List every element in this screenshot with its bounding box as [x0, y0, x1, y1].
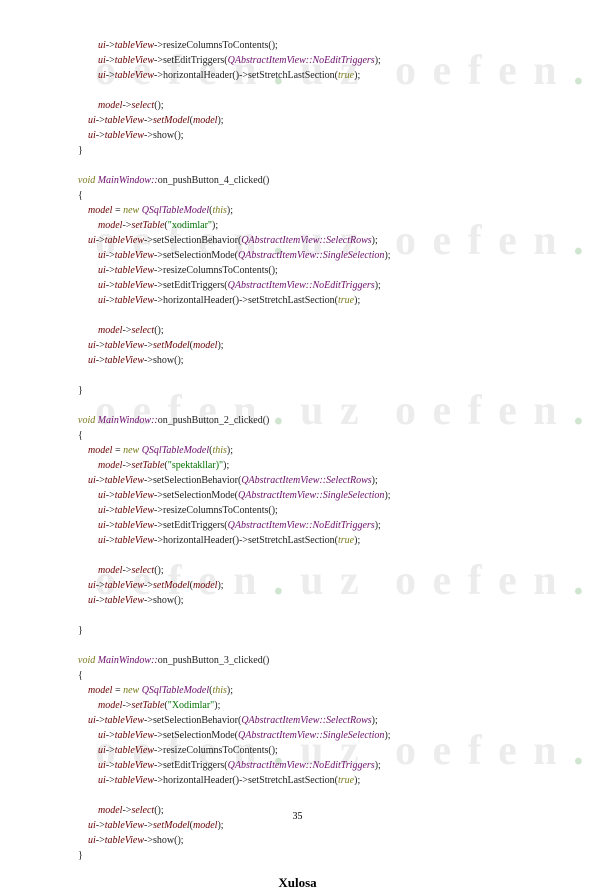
code-line: model->setTable("xodimlar"); [78, 218, 548, 233]
code-line [78, 608, 548, 623]
code-line: ui->tableView->resizeColumnsToContents()… [78, 503, 548, 518]
code-line: } [78, 848, 548, 863]
code-line [78, 398, 548, 413]
code-line: } [78, 143, 548, 158]
code-line: ui->tableView->setSelectionMode(QAbstrac… [78, 248, 548, 263]
code-line: ui->tableView->setSelectionBehavior(QAbs… [78, 233, 548, 248]
code-line: model->select(); [78, 323, 548, 338]
code-line: ui->tableView->horizontalHeader()->setSt… [78, 68, 548, 83]
code-line [78, 308, 548, 323]
code-line: model = new QSqlTableModel(this); [78, 203, 548, 218]
code-line: ui->tableView->setSelectionMode(QAbstrac… [78, 488, 548, 503]
code-line: void MainWindow::on_pushButton_3_clicked… [78, 653, 548, 668]
code-line: ui->tableView->show(); [78, 833, 548, 848]
code-line [78, 368, 548, 383]
code-line [78, 548, 548, 563]
code-line: ui->tableView->setSelectionBehavior(QAbs… [78, 473, 548, 488]
code-line: ui->tableView->resizeColumnsToContents()… [78, 743, 548, 758]
code-line: ui->tableView->setModel(model); [78, 578, 548, 593]
code-line: ui->tableView->setSelectionMode(QAbstrac… [78, 728, 548, 743]
code-line [78, 638, 548, 653]
section-heading: Xulosa [0, 873, 595, 893]
code-line: ui->tableView->show(); [78, 128, 548, 143]
code-line: void MainWindow::on_pushButton_4_clicked… [78, 173, 548, 188]
code-line: ui->tableView->horizontalHeader()->setSt… [78, 773, 548, 788]
code-line [78, 158, 548, 173]
code-line: } [78, 383, 548, 398]
code-line: ui->tableView->resizeColumnsToContents()… [78, 38, 548, 53]
code-line: model->select(); [78, 563, 548, 578]
code-line: { [78, 668, 548, 683]
code-line: ui->tableView->horizontalHeader()->setSt… [78, 293, 548, 308]
code-line: ui->tableView->setEditTriggers(QAbstract… [78, 53, 548, 68]
code-line: { [78, 188, 548, 203]
code-line: model = new QSqlTableModel(this); [78, 443, 548, 458]
code-line: } [78, 623, 548, 638]
code-block: ui->tableView->resizeColumnsToContents()… [78, 38, 548, 863]
code-line: model = new QSqlTableModel(this); [78, 683, 548, 698]
page-number: 35 [0, 809, 595, 824]
code-line: model->setTable("Xodimlar"); [78, 698, 548, 713]
code-line: ui->tableView->setSelectionBehavior(QAbs… [78, 713, 548, 728]
code-line: void MainWindow::on_pushButton_2_clicked… [78, 413, 548, 428]
code-line: ui->tableView->setEditTriggers(QAbstract… [78, 758, 548, 773]
code-line: model->setTable("spektakllar)"); [78, 458, 548, 473]
code-line: ui->tableView->horizontalHeader()->setSt… [78, 533, 548, 548]
code-line [78, 788, 548, 803]
code-line: { [78, 428, 548, 443]
code-line: ui->tableView->setEditTriggers(QAbstract… [78, 518, 548, 533]
code-line: model->select(); [78, 98, 548, 113]
code-line: ui->tableView->show(); [78, 593, 548, 608]
code-line: ui->tableView->setEditTriggers(QAbstract… [78, 278, 548, 293]
code-line [78, 83, 548, 98]
code-line: ui->tableView->setModel(model); [78, 113, 548, 128]
code-line: ui->tableView->setModel(model); [78, 338, 548, 353]
code-line: ui->tableView->resizeColumnsToContents()… [78, 263, 548, 278]
code-line: ui->tableView->show(); [78, 353, 548, 368]
